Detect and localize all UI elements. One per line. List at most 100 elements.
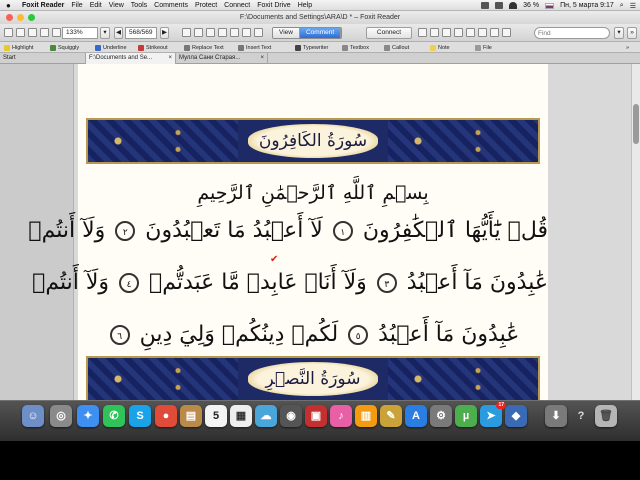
itunes-icon[interactable]: ♪ — [330, 405, 352, 427]
foxit-reader-icon[interactable]: ▣ — [305, 405, 327, 427]
underline-tool[interactable]: Underline — [95, 44, 127, 52]
ibooks-icon[interactable]: ▥ — [355, 405, 377, 427]
scrollbar-thumb[interactable] — [633, 104, 639, 144]
calendar-icon[interactable]: 5 — [205, 405, 227, 427]
find-input[interactable] — [534, 27, 610, 39]
status-icon[interactable] — [495, 2, 504, 9]
share-icon[interactable] — [418, 28, 427, 37]
launchpad-icon[interactable]: ◎ — [50, 405, 72, 427]
fit-width-icon[interactable] — [242, 28, 251, 37]
help-icon[interactable] — [502, 28, 511, 37]
app-store-icon[interactable]: A — [405, 405, 427, 427]
photo-booth-icon[interactable]: ◉ — [280, 405, 302, 427]
highlight-tool[interactable]: Highlight — [4, 44, 33, 52]
sidebar-toggle-icon[interactable] — [4, 28, 13, 37]
pdf-page[interactable]: سُورَةُ الكَافِرُونَ بِسۡمِ ٱللَّهِ ٱلرَ… — [28, 64, 548, 400]
whatsapp-icon[interactable]: ✆ — [103, 405, 125, 427]
squiggly-tool[interactable]: Squiggly — [50, 44, 79, 52]
system-preferences-icon[interactable]: ⚙ — [430, 405, 452, 427]
tab-bar: Start F:\Documents and Se... × Мулла Сани… — [0, 53, 640, 64]
tab-close-icon[interactable]: × — [168, 53, 172, 64]
paperclip-icon — [475, 45, 481, 51]
previous-page-button[interactable]: ◀ — [114, 27, 123, 39]
telegram-icon[interactable]: ➤ 17 — [480, 402, 506, 427]
menu-edit[interactable]: Edit — [90, 2, 102, 9]
textbox-tool[interactable]: Textbox — [342, 44, 369, 52]
typewriter-tool[interactable]: Typewriter — [295, 44, 328, 52]
wifi-icon[interactable] — [509, 2, 518, 9]
menu-connect[interactable]: Connect — [224, 2, 250, 9]
messages-icon[interactable]: ☁ — [255, 405, 277, 427]
notes-app-icon[interactable]: ▤ — [180, 405, 202, 427]
print-icon[interactable] — [40, 28, 49, 37]
connect-button[interactable]: Connect — [366, 27, 412, 39]
help-stack-icon[interactable]: ? — [570, 405, 592, 427]
apple-icon[interactable]: ● — [6, 1, 16, 10]
view-mode-button[interactable]: View — [273, 28, 300, 38]
menu-protect[interactable]: Protect — [195, 2, 217, 9]
contacts-icon[interactable]: ▦ — [230, 405, 252, 427]
app-menu[interactable]: Foxit Reader — [22, 2, 64, 9]
skype-icon[interactable]: S — [129, 405, 151, 427]
more-tools-icon[interactable] — [490, 28, 499, 37]
zoom-field[interactable]: 133% — [62, 27, 98, 39]
search-icon[interactable]: ⌕ — [620, 2, 624, 10]
open-icon[interactable] — [16, 28, 25, 37]
ornament — [88, 358, 238, 400]
safari-icon[interactable]: ✦ — [77, 405, 99, 427]
tab-close-icon[interactable]: × — [260, 53, 264, 64]
page-number-field[interactable]: 568/569 — [125, 27, 157, 39]
text-editor-icon[interactable]: ✎ — [380, 405, 402, 427]
tools-icon[interactable] — [466, 28, 475, 37]
insert-text-tool[interactable]: Insert Text — [238, 44, 271, 52]
note-tool[interactable]: Note — [430, 44, 450, 52]
menu-view[interactable]: View — [109, 2, 124, 9]
rotate-icon[interactable] — [218, 28, 227, 37]
tab-start[interactable]: Start — [0, 53, 86, 64]
toolbar2-overflow-icon[interactable]: » — [626, 44, 629, 52]
comment-mode-button[interactable]: Comment — [299, 28, 342, 38]
zoom-dropdown-icon[interactable]: ▾ — [100, 27, 110, 39]
hand-tool-icon[interactable] — [182, 28, 191, 37]
stamp-icon[interactable] — [442, 28, 451, 37]
menu-foxit-drive[interactable]: Foxit Drive — [257, 2, 290, 9]
snapshot-icon[interactable] — [206, 28, 215, 37]
tab-document-2[interactable]: Мулла Сани Старая... × — [176, 53, 268, 64]
tab-document-active[interactable]: F:\Documents and Se... × — [86, 53, 176, 64]
vertical-scrollbar[interactable] — [631, 64, 640, 400]
trash-icon[interactable]: 🗑 — [595, 405, 617, 427]
select-tool-icon[interactable] — [194, 28, 203, 37]
vpn-app-icon[interactable]: ◆ — [505, 405, 527, 427]
status-icon[interactable] — [481, 2, 490, 9]
annotation-marker-icon[interactable]: ✔ — [270, 254, 278, 265]
menu-comments[interactable]: Comments — [154, 2, 188, 9]
menu-file[interactable]: File — [71, 2, 82, 9]
callout-tool[interactable]: Callout — [384, 44, 409, 52]
fit-page-icon[interactable] — [230, 28, 239, 37]
attach-icon[interactable] — [454, 28, 463, 37]
list-icon[interactable]: ☰ — [630, 2, 636, 10]
replace-text-tool[interactable]: Replace Text — [184, 44, 224, 52]
yandex-browser-icon[interactable]: ● — [155, 405, 177, 427]
minimize-window-button[interactable] — [17, 14, 24, 21]
find-options-icon[interactable]: ▾ — [614, 27, 624, 39]
next-page-button[interactable]: ▶ — [160, 27, 169, 39]
two-page-icon[interactable] — [254, 28, 263, 37]
file-tool[interactable]: File — [475, 44, 492, 52]
menu-help[interactable]: Help — [298, 2, 312, 9]
menu-tools[interactable]: Tools — [131, 2, 147, 9]
battery-label[interactable]: 36 % — [523, 2, 539, 9]
close-window-button[interactable] — [6, 14, 13, 21]
sign-icon[interactable] — [430, 28, 439, 37]
save-icon[interactable] — [28, 28, 37, 37]
downloads-stack-icon[interactable]: ⬇ — [545, 405, 567, 427]
review-icon[interactable] — [478, 28, 487, 37]
input-language-flag-icon[interactable] — [545, 2, 555, 9]
strikeout-tool[interactable]: Strikeout — [138, 44, 168, 52]
utorrent-icon[interactable]: µ — [455, 405, 477, 427]
zoom-in-icon[interactable] — [52, 28, 61, 37]
clock[interactable]: Пн, 5 марта 9:17 — [560, 2, 614, 9]
finder-icon[interactable]: ☺ — [22, 405, 44, 427]
toolbar-overflow-icon[interactable]: » — [627, 27, 637, 39]
zoom-window-button[interactable] — [28, 14, 35, 21]
